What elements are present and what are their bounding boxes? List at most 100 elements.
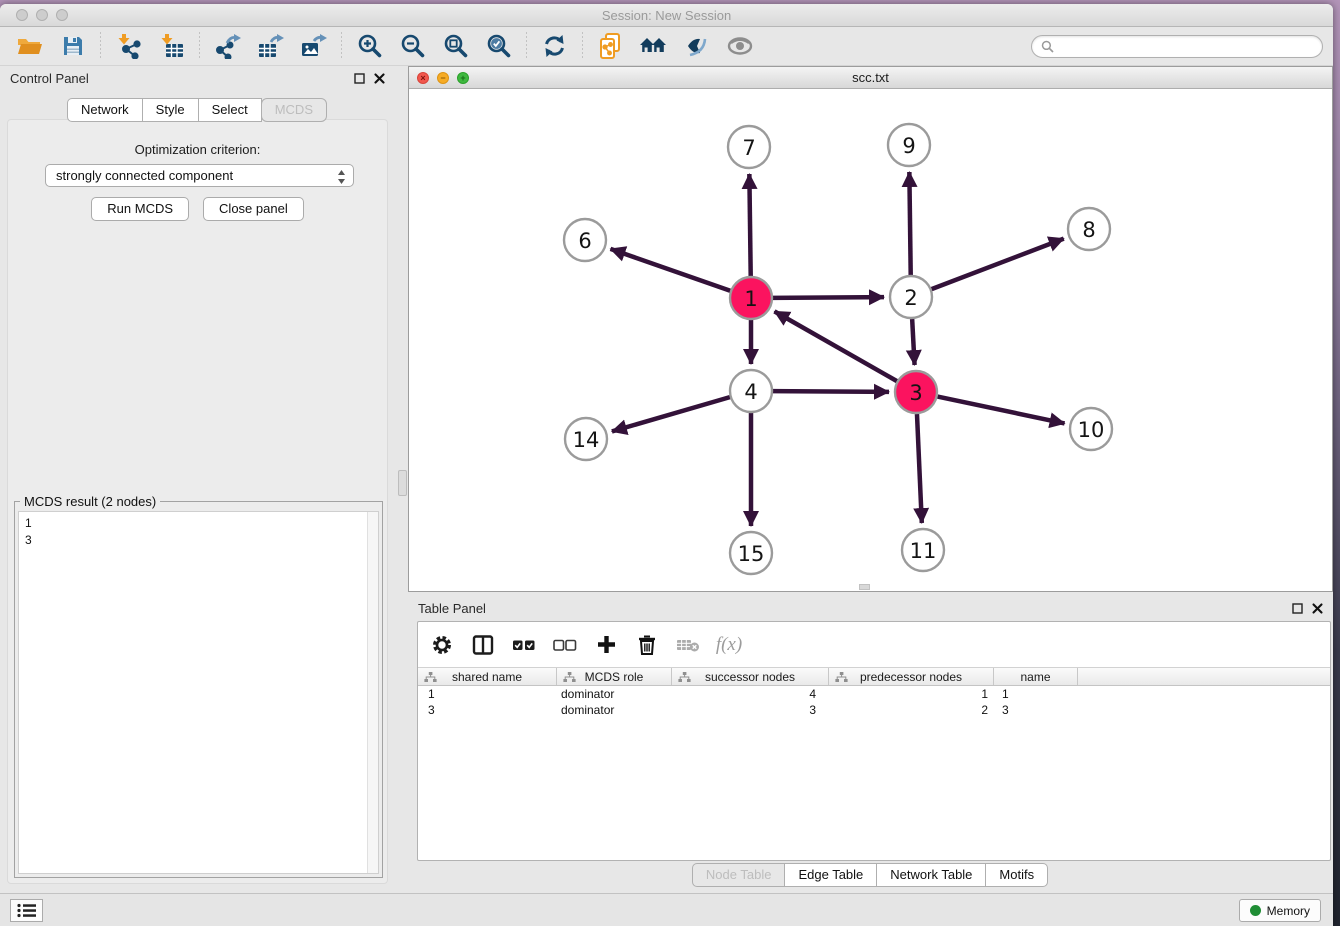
refresh-view-button[interactable] <box>536 30 573 62</box>
function-builder-button[interactable]: f(x) <box>716 632 742 658</box>
control-panel-title: Control Panel <box>10 71 89 86</box>
float-table-panel-icon[interactable] <box>1292 603 1303 614</box>
table-settings-button[interactable] <box>429 632 455 658</box>
zoom-selected-button[interactable] <box>480 30 517 62</box>
export-image-button[interactable] <box>295 30 332 62</box>
network-graph[interactable]: 7 9 6 8 1 2 4 3 14 10 15 11 <box>409 89 1332 591</box>
table-panel-title: Table Panel <box>418 601 486 616</box>
graph-edge-2-8[interactable] <box>932 239 1064 290</box>
import-network-button[interactable] <box>110 30 147 62</box>
select-all-columns-button[interactable] <box>511 632 537 658</box>
graph-node-4[interactable]: 4 <box>730 370 772 412</box>
graph-node-3[interactable]: 3 <box>895 371 937 413</box>
criterion-select[interactable]: strongly connected component <box>45 164 354 187</box>
graph-node-15[interactable]: 15 <box>730 532 772 574</box>
table-row[interactable]: 1 dominator 4 1 1 <box>418 686 1330 702</box>
svg-text:15: 15 <box>738 542 765 566</box>
splitter-handle[interactable] <box>398 470 407 496</box>
tab-select[interactable]: Select <box>198 98 262 122</box>
node-table-container: f(x) shared name <box>417 621 1331 861</box>
graph-edge-1-6[interactable] <box>610 249 730 291</box>
delete-table-icon <box>676 637 700 653</box>
control-panel-tabs: Network Style Select MCDS <box>0 98 395 122</box>
tab-style[interactable]: Style <box>142 98 199 122</box>
run-mcds-button[interactable]: Run MCDS <box>91 197 189 221</box>
split-table-view-button[interactable] <box>470 632 496 658</box>
svg-text:9: 9 <box>902 134 915 158</box>
delete-table-button[interactable] <box>675 632 701 658</box>
zoom-out-button[interactable] <box>394 30 431 62</box>
memory-label: Memory <box>1267 904 1310 918</box>
graph-node-7[interactable]: 7 <box>728 126 770 168</box>
column-header-mcds-role[interactable]: MCDS role <box>557 668 672 685</box>
mcds-result-title: MCDS result (2 nodes) <box>20 494 160 509</box>
graph-node-1[interactable]: 1 <box>730 277 772 319</box>
mcds-result-line: 3 <box>25 532 378 549</box>
add-column-button[interactable] <box>593 632 619 658</box>
tab-node-table[interactable]: Node Table <box>692 863 786 887</box>
birds-eye-view-button[interactable] <box>721 30 758 62</box>
zoom-fit-button[interactable] <box>437 30 474 62</box>
graph-node-9[interactable]: 9 <box>888 124 930 166</box>
network-canvas[interactable]: 7 9 6 8 1 2 4 3 14 10 15 11 <box>409 89 1332 591</box>
export-table-button[interactable] <box>252 30 289 62</box>
graphics-details-button[interactable] <box>678 30 715 62</box>
tab-mcds[interactable]: MCDS <box>261 98 327 122</box>
tab-network[interactable]: Network <box>67 98 143 122</box>
tab-edge-table[interactable]: Edge Table <box>784 863 877 887</box>
search-input[interactable] <box>1060 39 1313 54</box>
graph-edge-4-14[interactable] <box>612 397 730 431</box>
zoom-in-button[interactable] <box>351 30 388 62</box>
svg-text:10: 10 <box>1078 418 1105 442</box>
graph-edge-4-3[interactable] <box>773 391 889 392</box>
column-type-icon <box>678 672 691 683</box>
column-header-shared-name[interactable]: shared name <box>418 668 557 685</box>
graph-node-10[interactable]: 10 <box>1070 408 1112 450</box>
clone-network-button[interactable] <box>592 30 629 62</box>
mcds-result-box: MCDS result (2 nodes) 1 3 <box>14 501 383 878</box>
open-session-button[interactable] <box>11 30 48 62</box>
deselect-all-columns-button[interactable] <box>552 632 578 658</box>
graph-edge-1-7[interactable] <box>749 174 750 276</box>
graph-edge-2-9[interactable] <box>909 172 910 275</box>
float-panel-icon[interactable] <box>354 73 365 84</box>
canvas-scroll-stub[interactable] <box>859 584 870 590</box>
graph-node-2[interactable]: 2 <box>890 276 932 318</box>
save-session-button[interactable] <box>54 30 91 62</box>
graph-node-8[interactable]: 8 <box>1068 208 1110 250</box>
svg-text:8: 8 <box>1082 218 1095 242</box>
control-panel: Control Panel Network Style Select MCDS … <box>0 66 395 893</box>
graph-node-14[interactable]: 14 <box>565 418 607 460</box>
column-header-name[interactable]: name <box>994 668 1078 685</box>
mcds-result-list[interactable]: 1 3 <box>18 511 379 874</box>
export-network-button[interactable] <box>209 30 246 62</box>
close-panel-button[interactable]: Close panel <box>203 197 304 221</box>
graph-edge-1-2[interactable] <box>773 297 884 298</box>
title-bar: Session: New Session <box>0 4 1333 27</box>
graph-edge-3-1[interactable] <box>774 311 896 381</box>
delete-column-button[interactable] <box>634 632 660 658</box>
search-box[interactable] <box>1031 35 1323 58</box>
status-bar: Memory <box>0 893 1333 926</box>
column-header-successor-nodes[interactable]: successor nodes <box>672 668 829 685</box>
graph-edge-3-10[interactable] <box>938 397 1065 424</box>
graph-edge-2-3[interactable] <box>912 319 914 365</box>
graph-node-11[interactable]: 11 <box>902 529 944 571</box>
home-layout-button[interactable] <box>635 30 672 62</box>
tab-network-table[interactable]: Network Table <box>876 863 986 887</box>
close-panel-icon[interactable] <box>374 73 385 84</box>
column-header-predecessor-nodes[interactable]: predecessor nodes <box>829 668 994 685</box>
graph-edge-3-11[interactable] <box>917 414 922 523</box>
console-button[interactable] <box>10 899 43 922</box>
close-table-panel-icon[interactable] <box>1312 603 1323 614</box>
zoom-fit-icon <box>443 33 469 59</box>
table-row[interactable]: 3 dominator 3 2 3 <box>418 702 1330 718</box>
memory-button[interactable]: Memory <box>1239 899 1321 922</box>
import-table-button[interactable] <box>153 30 190 62</box>
graph-node-6[interactable]: 6 <box>564 219 606 261</box>
result-scrollbar[interactable] <box>367 512 378 873</box>
tab-motifs[interactable]: Motifs <box>985 863 1048 887</box>
network-window-titlebar[interactable]: × − + scc.txt <box>409 67 1332 89</box>
save-floppy-icon <box>62 35 84 57</box>
table-panel: Table Panel <box>408 596 1333 889</box>
